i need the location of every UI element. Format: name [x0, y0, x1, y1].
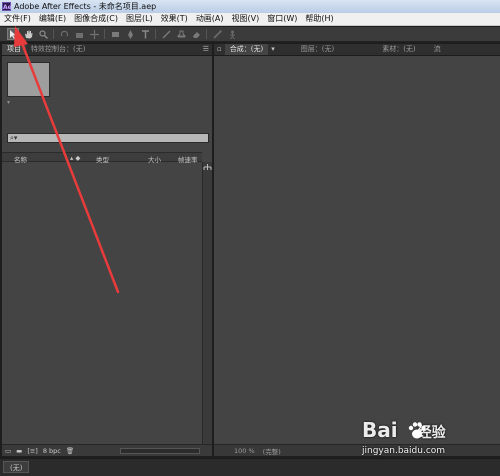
panel-menu-icon[interactable]: ☰ — [203, 45, 209, 53]
watermark-url: jingyan.baidu.com — [362, 446, 446, 456]
tab-composition[interactable]: 合成：(无) — [224, 44, 269, 55]
menu-help[interactable]: 帮助(H) — [301, 13, 337, 25]
window-title: Adobe After Effects - 未命名项目.aep — [14, 2, 157, 11]
menu-edit[interactable]: 编辑(E) — [35, 13, 70, 25]
baidu-watermark: Bai 经验 jingyan.baidu.com — [356, 418, 496, 468]
column-frame-rate[interactable]: 帧速率 — [178, 154, 198, 164]
project-column-headers: 名称 ▴ ◆ 类型 大小 帧速率 — [2, 152, 202, 164]
label-column-icon[interactable]: ▴ ◆ — [70, 154, 80, 162]
resolution-dropdown[interactable]: (完整) — [263, 446, 281, 456]
menu-file[interactable]: 文件(F) — [0, 13, 35, 25]
trash-icon[interactable]: 🗑 — [66, 447, 74, 455]
interpret-footage-icon[interactable]: ▭ — [5, 447, 11, 455]
zoom-level[interactable]: 100 % — [234, 447, 255, 455]
eraser-tool-icon[interactable] — [190, 28, 202, 40]
pen-tool-icon[interactable] — [124, 28, 136, 40]
rotate-tool-icon[interactable] — [58, 28, 70, 40]
column-type[interactable]: 类型 — [96, 154, 109, 164]
puppet-tool-icon[interactable] — [226, 28, 238, 40]
bit-depth-button[interactable]: 8 bpc — [43, 447, 61, 455]
toolbar-separator — [206, 29, 207, 39]
brush-tool-icon[interactable] — [160, 28, 172, 40]
new-folder-icon[interactable]: ▬ — [16, 447, 22, 455]
menu-view[interactable]: 视图(V) — [228, 13, 264, 25]
tab-effect-controls[interactable]: 特效控制台：(无) — [26, 44, 90, 55]
project-panel-footer: ▭ ▬ [≡] 8 bpc 🗑 — [2, 444, 212, 456]
tab-footage[interactable]: 素材：(无) — [377, 44, 420, 55]
selection-tool-icon[interactable] — [7, 28, 19, 40]
menu-window[interactable]: 窗口(W) — [263, 13, 301, 25]
thumbnail-expand-icon[interactable]: ▾ — [7, 99, 10, 106]
tab-flowchart[interactable]: 流 — [429, 44, 446, 55]
composition-dropdown-icon[interactable]: ▾ — [268, 44, 278, 55]
composition-panel: ▫ 合成：(无) ▾ 图层：(无) 素材：(无) 流 100 % (完整) — [214, 44, 500, 456]
toolbar-separator — [104, 29, 105, 39]
clone-stamp-tool-icon[interactable] — [175, 28, 187, 40]
menu-bar: 文件(F) 编辑(E) 图像合成(C) 图层(L) 效果(T) 动画(A) 视图… — [0, 13, 500, 26]
tab-layer[interactable]: 图层：(无) — [296, 44, 339, 55]
pan-behind-tool-icon[interactable] — [88, 28, 100, 40]
hand-tool-icon[interactable] — [22, 28, 34, 40]
toolbar-separator — [155, 29, 156, 39]
menu-composition[interactable]: 图像合成(C) — [70, 13, 122, 25]
text-tool-icon[interactable] — [139, 28, 151, 40]
timeline-tab[interactable]: (无) — [3, 461, 30, 473]
column-name[interactable]: 名称 — [14, 154, 27, 164]
baidu-logo: Bai 经验 — [362, 418, 446, 442]
composition-panel-tabs: ▫ 合成：(无) ▾ 图层：(无) 素材：(无) 流 — [214, 44, 500, 56]
camera-tool-icon[interactable] — [73, 28, 85, 40]
roto-brush-tool-icon[interactable] — [211, 28, 223, 40]
menu-animation[interactable]: 动画(A) — [192, 13, 228, 25]
tab-project[interactable]: 项目 — [2, 44, 26, 55]
project-panel-tabs: 项目 特效控制台：(无) ☰ — [2, 44, 212, 56]
project-thumbnail — [7, 62, 50, 97]
toolbar-separator — [53, 29, 54, 39]
project-search-input[interactable]: ⌕▾ — [7, 133, 209, 143]
menu-layer[interactable]: 图层(L) — [122, 13, 157, 25]
menu-effect[interactable]: 效果(T) — [157, 13, 192, 25]
project-panel: 项目 特效控制台：(无) ☰ ▾ ⌕▾ 名称 ▴ ◆ 类型 大小 帧速率 ▭ ▬… — [2, 44, 212, 456]
search-icon: ⌕▾ — [10, 133, 18, 142]
rectangle-tool-icon[interactable] — [109, 28, 121, 40]
zoom-tool-icon[interactable] — [37, 28, 49, 40]
baidu-paw-icon — [408, 422, 426, 439]
new-composition-icon[interactable]: [≡] — [27, 447, 38, 455]
after-effects-app-icon: Ae — [2, 2, 12, 11]
project-list-scrollbar[interactable] — [202, 162, 212, 444]
tools-bar — [0, 27, 500, 42]
title-bar: Ae Adobe After Effects - 未命名项目.aep — [0, 0, 500, 13]
lock-icon[interactable]: ▫ — [214, 44, 225, 55]
column-size[interactable]: 大小 — [148, 154, 161, 164]
project-horizontal-scrollbar[interactable] — [120, 448, 200, 454]
